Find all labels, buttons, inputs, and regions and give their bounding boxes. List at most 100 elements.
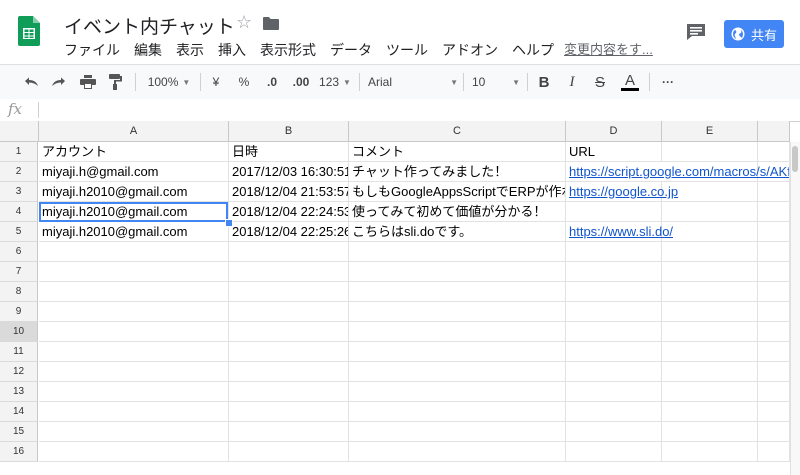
menu-file[interactable]: ファイル [64,40,120,60]
vertical-scrollbar[interactable] [790,142,800,475]
empty-cell[interactable] [229,442,349,462]
empty-cell[interactable] [39,422,229,442]
empty-cell[interactable] [349,402,566,422]
empty-cell[interactable] [349,242,566,262]
menu-view[interactable]: 表示 [176,40,204,60]
empty-cell[interactable] [758,202,790,222]
empty-cell[interactable] [566,302,662,322]
empty-cell[interactable] [662,422,758,442]
undo-icon[interactable] [20,72,42,92]
empty-cell[interactable] [758,382,790,402]
bold-button[interactable]: B [535,72,553,92]
row-header[interactable]: 9 [0,302,38,322]
empty-cell[interactable] [349,362,566,382]
empty-cell[interactable] [229,362,349,382]
empty-cell[interactable] [662,382,758,402]
star-icon[interactable]: ☆ [236,12,252,33]
row-header[interactable]: 7 [0,262,38,282]
strikethrough-button[interactable]: S [591,72,609,92]
empty-cell[interactable] [758,442,790,462]
scrollbar-thumb[interactable] [792,146,798,172]
empty-cell[interactable] [662,362,758,382]
empty-cell[interactable] [566,362,662,382]
more-icon[interactable]: ··· [657,72,679,92]
empty-cell[interactable] [662,322,758,342]
empty-cell[interactable] [758,422,790,442]
empty-cell[interactable] [758,182,790,202]
empty-cell[interactable] [39,322,229,342]
select-all-corner[interactable] [0,121,39,142]
row-header[interactable]: 15 [0,422,38,442]
cell-d5-link[interactable]: https://www.sli.do/ [566,222,673,242]
font-select[interactable]: Arial ▼ [368,72,458,92]
cell-d4[interactable] [566,202,662,222]
cell-b3[interactable]: 2018/12/04 21:53:57 [229,182,349,202]
empty-cell[interactable] [39,362,229,382]
cell-a5[interactable]: miyaji.h2010@gmail.com [39,222,229,242]
menu-data[interactable]: データ [330,40,372,60]
empty-cell[interactable] [758,322,790,342]
column-header-e[interactable]: E [662,121,758,142]
empty-cell[interactable] [39,442,229,462]
empty-cell[interactable] [229,322,349,342]
menu-addons[interactable]: アドオン [442,40,498,60]
empty-cell[interactable] [349,442,566,462]
row-header[interactable]: 16 [0,442,38,462]
empty-cell[interactable] [229,242,349,262]
empty-cell[interactable] [566,342,662,362]
column-header-a[interactable]: A [39,121,229,142]
row-header[interactable]: 14 [0,402,38,422]
more-formats-select[interactable]: 123 ▼ [318,72,352,92]
row-header[interactable]: 4 [0,202,38,222]
empty-cell[interactable] [39,262,229,282]
cell-c4[interactable]: 使ってみて初めて価値が分かる！ [349,202,566,222]
empty-cell[interactable] [349,262,566,282]
folder-icon[interactable] [263,17,279,30]
empty-cell[interactable] [662,142,758,162]
menu-insert[interactable]: 挿入 [218,40,246,60]
cell-b5[interactable]: 2018/12/04 22:25:26 [229,222,349,242]
empty-cell[interactable] [758,282,790,302]
empty-cell[interactable] [662,242,758,262]
empty-cell[interactable] [662,222,758,242]
empty-cell[interactable] [349,422,566,442]
empty-cell[interactable] [758,262,790,282]
column-header-b[interactable]: B [229,121,349,142]
menu-format[interactable]: 表示形式 [260,40,316,60]
empty-cell[interactable] [758,362,790,382]
empty-cell[interactable] [39,242,229,262]
empty-cell[interactable] [229,342,349,362]
menu-edit[interactable]: 編集 [134,40,162,60]
empty-cell[interactable] [39,342,229,362]
row-header[interactable]: 8 [0,282,38,302]
empty-cell[interactable] [662,302,758,322]
empty-cell[interactable] [229,262,349,282]
cell-b1[interactable]: 日時 [229,142,349,162]
row-header[interactable]: 11 [0,342,38,362]
empty-cell[interactable] [229,302,349,322]
empty-cell[interactable] [39,302,229,322]
menu-help[interactable]: ヘルプ [512,40,554,60]
share-button[interactable]: 共有 [724,20,784,48]
row-header[interactable]: 3 [0,182,38,202]
empty-cell[interactable] [758,342,790,362]
empty-cell[interactable] [758,302,790,322]
empty-cell[interactable] [39,382,229,402]
empty-cell[interactable] [349,282,566,302]
empty-cell[interactable] [662,282,758,302]
empty-cell[interactable] [758,242,790,262]
empty-cell[interactable] [229,282,349,302]
zoom-select[interactable]: 100% ▼ [144,72,194,92]
selected-cell-a10[interactable] [39,202,228,222]
empty-cell[interactable] [566,242,662,262]
increase-decimal-button[interactable]: .00 [288,72,314,92]
empty-cell[interactable] [566,402,662,422]
percent-button[interactable]: % [236,72,252,92]
empty-cell[interactable] [229,402,349,422]
empty-cell[interactable] [758,402,790,422]
comment-icon[interactable] [686,23,706,41]
print-icon[interactable] [77,72,99,92]
fill-handle[interactable] [225,219,233,227]
empty-cell[interactable] [758,222,790,242]
empty-cell[interactable] [758,142,790,162]
